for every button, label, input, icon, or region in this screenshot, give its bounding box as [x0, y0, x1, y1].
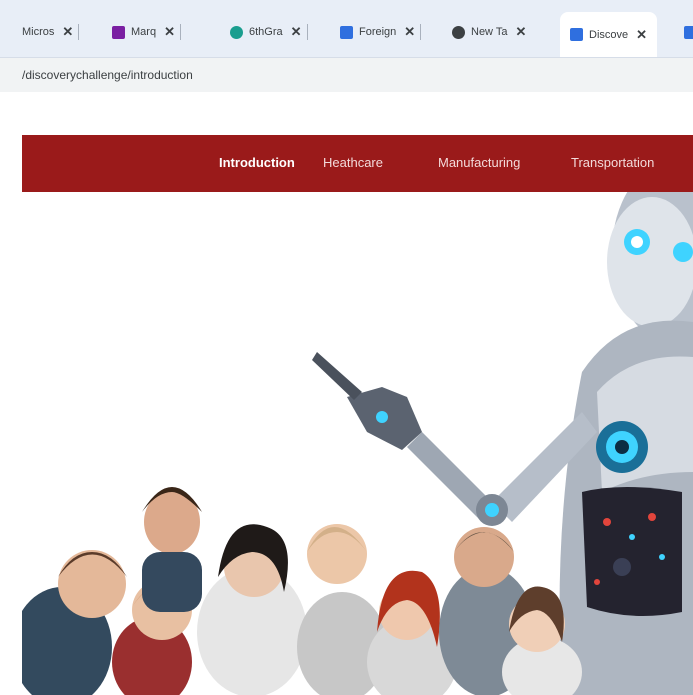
site-nav: Introduction Heathcare Manufacturing Tra… — [22, 135, 693, 192]
foreign-icon — [340, 25, 353, 39]
hero-image — [22, 192, 693, 695]
tab-microsoft[interactable]: Micros ✕ — [22, 18, 80, 46]
marq-icon — [112, 25, 125, 39]
tab-6thgrade[interactable]: 6thGra ✕ — [230, 18, 308, 46]
6thgrade-icon — [230, 25, 243, 39]
robot-classroom-illustration — [22, 192, 693, 695]
close-icon[interactable]: ✕ — [164, 24, 175, 40]
tab-discovery[interactable]: Discove ✕ — [560, 12, 658, 57]
discovery-icon — [570, 28, 583, 41]
tab-label: Discove — [589, 28, 629, 41]
tab-separator — [179, 24, 181, 40]
tab-label: Micros — [22, 26, 55, 38]
tab-strip: Micros ✕ Marq ✕ 6thGra ✕ Foreign ✕ New T… — [0, 0, 693, 58]
nav-introduction[interactable]: Introduction — [219, 155, 295, 170]
close-icon[interactable]: ✕ — [404, 24, 415, 40]
tab-separator — [420, 24, 422, 40]
nav-manufacturing[interactable]: Manufacturing — [438, 155, 520, 170]
tab-label: New Ta — [471, 26, 508, 38]
tab-foreign[interactable]: Foreign ✕ — [340, 18, 422, 46]
tab-separator — [78, 24, 80, 40]
nav-heathcare[interactable]: Heathcare — [323, 155, 383, 170]
close-icon[interactable]: ✕ — [291, 24, 302, 40]
tab-label: Marq — [131, 26, 157, 38]
address-url: /discoverychallenge/introduction — [22, 68, 193, 82]
tab-marq[interactable]: Marq ✕ — [112, 18, 181, 46]
close-icon[interactable]: ✕ — [62, 24, 73, 40]
tab-new-tab[interactable]: New Ta ✕ — [452, 18, 526, 46]
address-bar[interactable]: /discoverychallenge/introduction — [0, 58, 693, 92]
next-tab-icon[interactable] — [684, 26, 693, 39]
tab-label: 6thGra — [249, 26, 283, 38]
tab-label: Foreign — [359, 26, 397, 38]
chrome-icon — [452, 25, 465, 39]
tab-separator — [306, 24, 308, 40]
nav-transportation[interactable]: Transportation — [571, 155, 654, 170]
close-icon[interactable]: ✕ — [515, 24, 526, 40]
close-icon[interactable]: ✕ — [636, 27, 647, 43]
